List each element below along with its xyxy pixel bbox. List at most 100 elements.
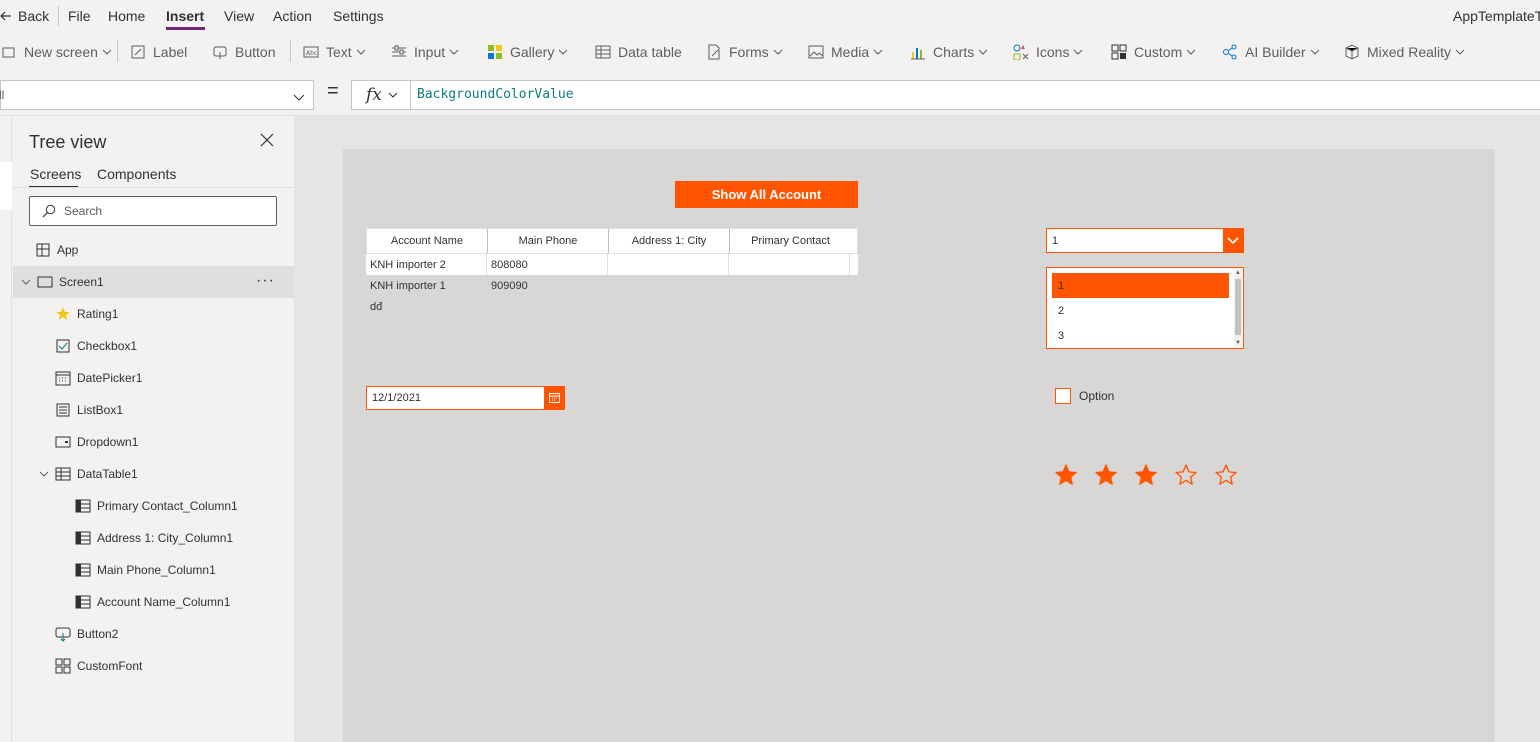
forms-button[interactable]: Forms bbox=[705, 42, 783, 62]
data-table-button[interactable]: Data table bbox=[594, 42, 682, 62]
left-rail bbox=[0, 116, 12, 742]
canvas-area: Show All Account Account Name Main Phone… bbox=[294, 116, 1540, 742]
column-header-address-city[interactable]: Address 1: City bbox=[609, 229, 730, 253]
menu-file[interactable]: File bbox=[68, 8, 91, 24]
filled-star-icon[interactable] bbox=[1094, 461, 1134, 489]
icons-button[interactable]: Icons bbox=[1012, 42, 1083, 62]
empty-star-icon[interactable] bbox=[1174, 461, 1214, 489]
menu-settings[interactable]: Settings bbox=[333, 8, 384, 24]
menu-insert[interactable]: Insert bbox=[166, 8, 204, 24]
media-button[interactable]: Media bbox=[807, 42, 883, 62]
data-table[interactable]: Account Name Main Phone Address 1: City … bbox=[366, 228, 858, 317]
property-dropdown[interactable]: ll bbox=[0, 80, 314, 110]
data-table-label: Data table bbox=[618, 44, 682, 60]
table-cell bbox=[729, 254, 850, 275]
listbox-item[interactable]: 2 bbox=[1052, 298, 1229, 323]
scrollbar-thumb[interactable] bbox=[1235, 279, 1241, 335]
tree-item-app[interactable]: App bbox=[13, 234, 294, 266]
calendar-icon bbox=[55, 370, 71, 386]
charts-button[interactable]: Charts bbox=[909, 42, 988, 62]
text-button[interactable]: Abc Text bbox=[302, 42, 366, 62]
tree-item-datatable1[interactable]: DataTable1 bbox=[13, 458, 294, 490]
table-cell bbox=[608, 296, 729, 317]
more-options-icon[interactable]: ··· bbox=[256, 272, 275, 290]
table-cell bbox=[608, 254, 729, 275]
new-screen-button[interactable]: New screen bbox=[0, 42, 112, 62]
tree-item-address-city-column[interactable]: Address 1: City_Column1 bbox=[13, 522, 294, 554]
tree-item-rating1[interactable]: Rating1 bbox=[13, 298, 294, 330]
rail-tab-active[interactable] bbox=[0, 162, 12, 210]
label-button[interactable]: Label bbox=[129, 42, 187, 62]
tab-components[interactable]: Components bbox=[97, 166, 176, 182]
tree-item-listbox1[interactable]: ListBox1 bbox=[13, 394, 294, 426]
ai-builder-button[interactable]: AI Builder bbox=[1221, 42, 1320, 62]
gallery-button[interactable]: Gallery bbox=[486, 42, 568, 62]
column-header-primary-contact[interactable]: Primary Contact bbox=[730, 229, 851, 253]
chevron-down-icon bbox=[773, 49, 783, 55]
input-button[interactable]: Input bbox=[390, 42, 459, 62]
new-screen-label: New screen bbox=[24, 44, 98, 60]
fx-button[interactable]: fx bbox=[351, 80, 411, 110]
list-box[interactable]: 1 2 3 ▲ ▼ bbox=[1046, 267, 1244, 349]
dropdown-toggle[interactable] bbox=[1223, 229, 1243, 252]
scroll-down-icon[interactable]: ▼ bbox=[1235, 340, 1241, 346]
table-cell: dđ bbox=[370, 300, 383, 313]
column-header-main-phone[interactable]: Main Phone bbox=[488, 229, 609, 253]
listbox-item[interactable]: 1 bbox=[1052, 273, 1229, 298]
dropdown[interactable]: 1 bbox=[1046, 228, 1244, 253]
chevron-down-icon[interactable] bbox=[21, 277, 31, 287]
tree-item-label: Account Name_Column1 bbox=[97, 595, 231, 609]
table-row[interactable]: dđ bbox=[366, 296, 858, 317]
menu-action[interactable]: Action bbox=[273, 8, 312, 24]
tree-search-input[interactable]: Search bbox=[29, 196, 277, 226]
tree-item-screen1[interactable]: Screen1 ··· bbox=[13, 266, 294, 298]
equals-sign: = bbox=[327, 80, 339, 102]
scroll-up-icon[interactable]: ▲ bbox=[1235, 270, 1241, 276]
chevron-down-icon[interactable] bbox=[39, 469, 49, 479]
checkbox-label[interactable]: Option bbox=[1079, 389, 1114, 403]
tree-item-main-phone-column[interactable]: Main Phone_Column1 bbox=[13, 554, 294, 586]
button-button[interactable]: Button bbox=[211, 42, 275, 62]
formula-input[interactable]: BackgroundColorValue bbox=[411, 80, 1540, 110]
filled-star-icon[interactable] bbox=[1134, 461, 1174, 489]
calendar-button[interactable] bbox=[544, 387, 564, 409]
insert-ribbon: New screen Label Button Abc Text Input G… bbox=[0, 32, 1540, 72]
label-icon bbox=[129, 43, 147, 61]
calendar-icon bbox=[548, 393, 560, 403]
table-row[interactable]: KNH importer 1 909090 bbox=[366, 275, 858, 296]
tree-item-button2[interactable]: Button2 bbox=[13, 618, 294, 650]
close-icon[interactable] bbox=[260, 133, 274, 147]
mixed-reality-button[interactable]: Mixed Reality bbox=[1343, 42, 1465, 62]
chevron-down-icon bbox=[1310, 49, 1320, 55]
app-screen-canvas[interactable]: Show All Account Account Name Main Phone… bbox=[343, 149, 1495, 742]
table-row[interactable]: KNH importer 2 808080 bbox=[366, 254, 858, 275]
tree-item-primary-contact-column[interactable]: Primary Contact_Column1 bbox=[13, 490, 294, 522]
tree-item-checkbox1[interactable]: Checkbox1 bbox=[13, 330, 294, 362]
table-icon bbox=[55, 466, 71, 482]
column-header-account-name[interactable]: Account Name bbox=[367, 229, 488, 253]
search-placeholder: Search bbox=[64, 204, 103, 218]
listbox-scrollbar[interactable]: ▲ ▼ bbox=[1234, 269, 1242, 347]
tree-item-label: Rating1 bbox=[77, 307, 119, 321]
menu-view[interactable]: View bbox=[224, 8, 254, 24]
tree-item-account-name-column[interactable]: Account Name_Column1 bbox=[13, 586, 294, 618]
new-screen-icon bbox=[0, 43, 18, 61]
custom-button[interactable]: Custom bbox=[1110, 42, 1196, 62]
svg-text:Abc: Abc bbox=[306, 50, 317, 57]
option-checkbox[interactable] bbox=[1055, 388, 1071, 404]
media-label: Media bbox=[831, 44, 870, 60]
rating-control[interactable] bbox=[1054, 461, 1254, 489]
filled-star-icon[interactable] bbox=[1054, 461, 1094, 489]
show-all-account-button[interactable]: Show All Account bbox=[675, 181, 858, 208]
tree-item-dropdown1[interactable]: Dropdown1 bbox=[13, 426, 294, 458]
tree-item-customfont[interactable]: CustomFont bbox=[13, 650, 294, 682]
tree-item-datepicker1[interactable]: DatePicker1 bbox=[13, 362, 294, 394]
tab-screens[interactable]: Screens bbox=[30, 166, 81, 182]
listbox-item[interactable]: 3 bbox=[1052, 323, 1229, 348]
back-button[interactable]: Back bbox=[0, 8, 49, 24]
menu-home[interactable]: Home bbox=[108, 8, 145, 24]
table-cell: 909090 bbox=[491, 279, 528, 292]
empty-star-icon[interactable] bbox=[1214, 461, 1254, 489]
date-picker-input[interactable]: 12/1/2021 bbox=[366, 386, 565, 410]
column-icon bbox=[75, 594, 91, 610]
